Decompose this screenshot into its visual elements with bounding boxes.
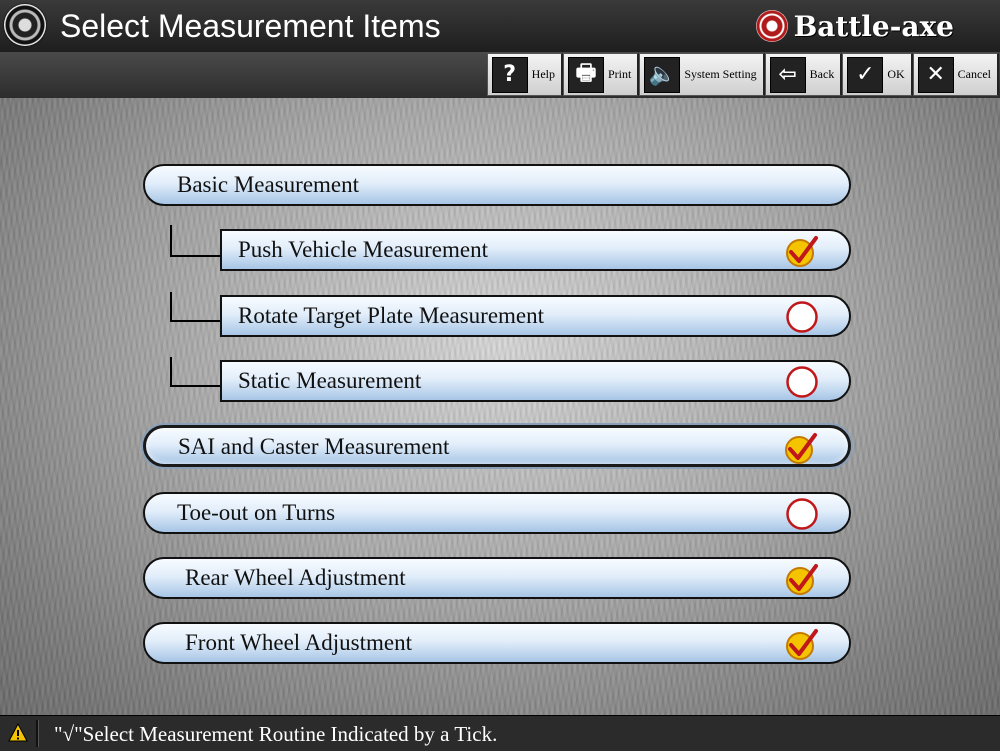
- item-sai-caster-measurement[interactable]: SAI and Caster Measurement: [143, 425, 851, 467]
- item-rear-wheel-adjustment[interactable]: Rear Wheel Adjustment: [143, 557, 851, 599]
- tick-icon: [785, 433, 817, 464]
- item-label: Toe-out on Turns: [177, 500, 336, 525]
- help-button[interactable]: ? Help: [486, 53, 563, 96]
- speaker-icon: 🔈: [644, 56, 681, 93]
- printer-icon: 🖶: [567, 56, 604, 93]
- brand-logo: Battle-axe: [755, 8, 954, 44]
- warning-icon: [8, 723, 28, 742]
- title-bar: Select Measurement Items Battle-axe: [0, 0, 1000, 53]
- item-basic-measurement[interactable]: Basic Measurement: [143, 164, 851, 206]
- wheel-icon: [4, 4, 46, 46]
- page-title: Select Measurement Items: [60, 8, 441, 44]
- empty-circle-icon: [786, 301, 818, 333]
- toolbar-buttons: ? Help 🖶 Print 🔈 System Setting ⇦ Back ✓ OK ✕ Cance…: [486, 53, 999, 96]
- system-setting-button[interactable]: 🔈 System Setting: [639, 53, 765, 96]
- tick-icon: [786, 564, 818, 595]
- cancel-button[interactable]: ✕ Cancel: [912, 53, 999, 96]
- toolbar-label: Cancel: [957, 67, 991, 81]
- brand-emblem-icon: [755, 10, 788, 42]
- toolbar-label: Print: [607, 67, 632, 81]
- item-label: SAI and Caster Measurement: [178, 434, 450, 459]
- tick-icon: [786, 236, 818, 267]
- ok-button[interactable]: ✓ OK: [842, 53, 913, 96]
- toolbar-label: Help: [531, 67, 555, 81]
- item-front-wheel-adjustment[interactable]: Front Wheel Adjustment: [143, 622, 851, 664]
- status-bar: "√"Select Measurement Routine Indicated …: [0, 715, 1000, 751]
- item-label: Push Vehicle Measurement: [238, 237, 488, 262]
- toolbar-label: OK: [887, 67, 905, 81]
- toolbar: ? Help 🖶 Print 🔈 System Setting ⇦ Back ✓ OK ✕ Cance…: [0, 52, 1000, 100]
- measurement-panel: Basic Measurement Push Vehicle Measureme…: [0, 98, 1000, 715]
- help-icon: ?: [491, 56, 528, 93]
- tree-connector: [170, 292, 222, 322]
- back-arrow-icon: ⇦: [769, 56, 806, 93]
- item-static-measurement[interactable]: Static Measurement: [220, 360, 851, 402]
- item-label: Static Measurement: [238, 368, 422, 393]
- empty-circle-icon: [786, 366, 818, 398]
- print-button[interactable]: 🖶 Print: [562, 53, 640, 96]
- divider: [36, 720, 39, 747]
- item-label: Rear Wheel Adjustment: [185, 565, 406, 590]
- tree-connector: [170, 225, 222, 257]
- brand-name: Battle-axe: [793, 9, 954, 43]
- status-message: "√"Select Measurement Routine Indicated …: [54, 722, 498, 746]
- tree-connector: [170, 357, 222, 387]
- tick-icon: [786, 629, 818, 660]
- empty-circle-icon: [786, 498, 818, 530]
- close-icon: ✕: [917, 56, 954, 93]
- item-label: Basic Measurement: [177, 172, 360, 197]
- item-label: Front Wheel Adjustment: [185, 630, 413, 655]
- item-label: Rotate Target Plate Measurement: [238, 303, 545, 328]
- item-push-vehicle-measurement[interactable]: Push Vehicle Measurement: [220, 229, 851, 271]
- back-button[interactable]: ⇦ Back: [764, 53, 843, 96]
- toolbar-label: Back: [809, 67, 835, 81]
- item-toe-out-on-turns[interactable]: Toe-out on Turns: [143, 492, 851, 534]
- checkmark-icon: ✓: [847, 56, 884, 93]
- item-rotate-target-plate-measurement[interactable]: Rotate Target Plate Measurement: [220, 295, 851, 337]
- toolbar-label: System Setting: [684, 67, 757, 81]
